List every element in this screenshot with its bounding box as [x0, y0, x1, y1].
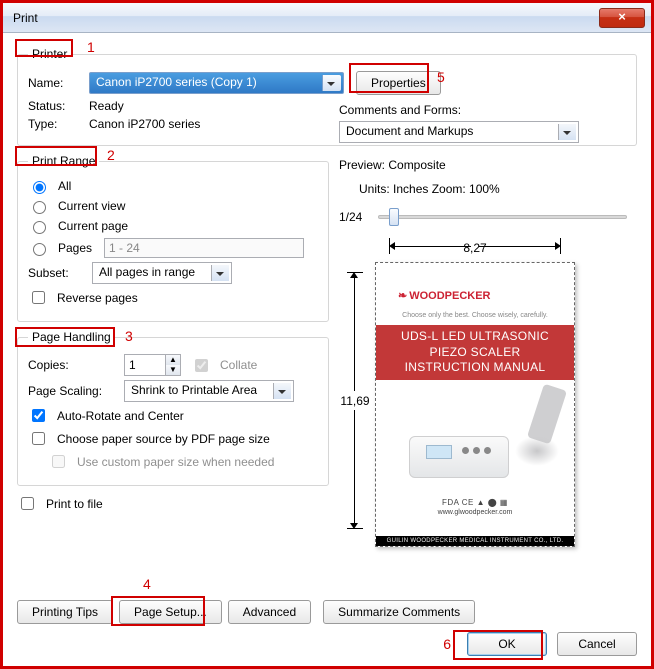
properties-button[interactable]: Properties: [356, 71, 441, 95]
status-label: Status:: [28, 99, 83, 113]
ruler-vertical: 11,69: [339, 264, 371, 537]
print-range-legend: Print Range: [28, 154, 99, 168]
scaling-label: Page Scaling:: [28, 384, 118, 398]
ok-label: OK: [498, 637, 515, 651]
radio-all[interactable]: [33, 181, 46, 194]
advanced-label: Advanced: [243, 605, 296, 619]
autorotate-label: Auto-Rotate and Center: [57, 409, 184, 423]
doc-site: www.glwoodpecker.com: [438, 509, 513, 516]
preview-page: WOODPECKER Choose only the best. Choose …: [375, 262, 575, 547]
window-title: Print: [13, 11, 38, 25]
annotation-5: 5: [437, 69, 445, 85]
radio-pages[interactable]: [33, 243, 46, 256]
page-handling-group: Page Handling Copies: ▲ ▼ Collate: [17, 330, 329, 486]
comments-label: Comments and Forms:: [339, 103, 631, 117]
status-value: Ready: [89, 99, 124, 113]
reverse-pages-checkbox[interactable]: [32, 291, 45, 304]
advanced-button[interactable]: Advanced: [228, 600, 311, 624]
summarize-comments-button[interactable]: Summarize Comments: [323, 600, 475, 624]
subset-value: All pages in range: [99, 265, 195, 279]
cancel-button[interactable]: Cancel: [557, 632, 637, 656]
scaling-select[interactable]: Shrink to Printable Area: [124, 380, 294, 402]
summarize-label: Summarize Comments: [338, 605, 460, 619]
doc-cert-marks: FDA CE ▲ ⬤ ▦: [442, 498, 508, 507]
annotation-2: 2: [107, 147, 115, 163]
doc-tagline: Choose only the best. Choose wisely, car…: [402, 312, 548, 319]
copies-input[interactable]: [125, 355, 165, 375]
radio-current-page-label: Current page: [58, 219, 128, 233]
type-label: Type:: [28, 117, 83, 131]
copies-label: Copies:: [28, 358, 118, 372]
zoom-slider[interactable]: [378, 215, 627, 219]
preview-title: Preview: Composite: [339, 158, 637, 172]
copies-up-icon[interactable]: ▲: [166, 355, 180, 365]
autorotate-checkbox[interactable]: [32, 409, 45, 422]
printing-tips-label: Printing Tips: [32, 605, 98, 619]
doc-device-illustration: [405, 402, 545, 482]
page-setup-label: Page Setup...: [134, 605, 207, 619]
radio-pages-label: Pages: [58, 241, 98, 255]
doc-title-line1: UDS-L LED ULTRASONIC PIEZO SCALER: [401, 329, 549, 359]
comments-value: Document and Markups: [346, 124, 473, 138]
titlebar: Print ×: [3, 3, 651, 33]
name-label: Name:: [28, 76, 83, 90]
subset-label: Subset:: [28, 266, 78, 280]
reverse-pages-label: Reverse pages: [57, 291, 138, 305]
scaling-value: Shrink to Printable Area: [131, 383, 257, 397]
print-to-file-label: Print to file: [46, 497, 103, 511]
page-handling-legend: Page Handling: [28, 330, 115, 344]
annotation-4: 4: [143, 576, 151, 592]
radio-all-label: All: [58, 179, 71, 193]
printer-name-value: Canon iP2700 series (Copy 1): [96, 75, 257, 89]
custom-size-checkbox: [52, 455, 65, 468]
preview-units: Units: Inches Zoom: 100%: [359, 182, 637, 196]
annotation-6: 6: [443, 636, 451, 652]
slider-thumb-icon[interactable]: [389, 208, 399, 226]
ruler-horizontal: 8,27: [375, 234, 575, 262]
collate-label: Collate: [220, 358, 257, 372]
choose-source-checkbox[interactable]: [32, 432, 45, 445]
collate-checkbox: [195, 359, 208, 372]
cancel-label: Cancel: [578, 637, 615, 651]
doc-title: UDS-L LED ULTRASONIC PIEZO SCALER INSTRU…: [376, 325, 574, 380]
annotation-3: 3: [125, 328, 133, 344]
comments-forms-group: Comments and Forms: Document and Markups: [339, 103, 631, 143]
subset-select[interactable]: All pages in range: [92, 262, 232, 284]
copies-down-icon[interactable]: ▼: [166, 365, 180, 375]
print-to-file-checkbox[interactable]: [21, 497, 34, 510]
choose-source-label: Choose paper source by PDF page size: [57, 432, 270, 446]
custom-size-label: Use custom paper size when needed: [77, 455, 274, 469]
properties-label: Properties: [371, 76, 426, 90]
print-range-group: Print Range All Current view Current pag…: [17, 154, 329, 322]
type-value: Canon iP2700 series: [89, 117, 200, 131]
close-button[interactable]: ×: [599, 8, 645, 28]
copies-spinner[interactable]: ▲ ▼: [124, 354, 181, 376]
preview-height: 11,69: [340, 394, 369, 408]
ok-button[interactable]: OK: [467, 632, 547, 656]
doc-footer: GUILIN WOODPECKER MEDICAL INSTRUMENT CO.…: [376, 536, 574, 546]
doc-brand: WOODPECKER: [398, 289, 491, 302]
printer-name-select[interactable]: Canon iP2700 series (Copy 1): [89, 72, 344, 94]
pages-input[interactable]: [104, 238, 304, 258]
radio-current-view-label: Current view: [58, 199, 125, 213]
preview-group: Preview: Composite Units: Inches Zoom: 1…: [339, 158, 637, 547]
doc-title-line2: INSTRUCTION MANUAL: [405, 360, 546, 374]
radio-current-view[interactable]: [33, 201, 46, 214]
radio-current-page[interactable]: [33, 221, 46, 234]
page-indicator: 1/24: [339, 210, 362, 224]
printer-legend: Printer: [28, 47, 71, 61]
annotation-1: 1: [87, 39, 95, 55]
preview-width: 8,27: [463, 241, 486, 255]
comments-forms-select[interactable]: Document and Markups: [339, 121, 579, 143]
print-dialog: Print × 1 2 3 5 Printer Name: Canon iP27…: [0, 0, 654, 669]
printing-tips-button[interactable]: Printing Tips: [17, 600, 113, 624]
page-setup-button[interactable]: Page Setup...: [119, 600, 222, 624]
